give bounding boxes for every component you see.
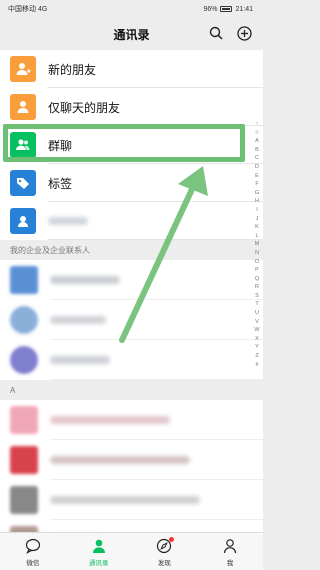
tab-me[interactable]: 我 [197, 533, 263, 570]
blurred-name [50, 276, 120, 284]
group-chats-item[interactable]: 群聊 [0, 126, 263, 164]
index-letter[interactable]: # [255, 361, 258, 370]
enterprise-section-header: 我的企业及企业联系人 [0, 240, 263, 260]
index-letter[interactable]: A [255, 137, 259, 146]
avatar [10, 486, 38, 514]
index-letter[interactable]: S [255, 292, 259, 301]
new-friends-label: 新的朋友 [48, 62, 97, 77]
official-accounts-item[interactable] [0, 202, 263, 240]
index-letter[interactable]: M [255, 240, 260, 249]
index-letter[interactable]: O [255, 258, 259, 267]
index-letter[interactable]: K [255, 223, 259, 232]
blurred-label [48, 217, 88, 225]
list-item[interactable] [0, 300, 263, 340]
index-letter[interactable]: I [256, 206, 258, 215]
new-friends-item[interactable]: 新的朋友 [0, 50, 263, 88]
search-icon[interactable] [207, 24, 225, 42]
contacts-list: 新的朋友 仅聊天的朋友 群聊 标签 我的企业及企业联系人 A [0, 50, 263, 560]
chat-only-friends-item[interactable]: 仅聊天的朋友 [0, 88, 263, 126]
index-letter[interactable]: L [255, 232, 258, 241]
index-letter[interactable]: F [255, 180, 258, 189]
index-letter[interactable]: T [255, 300, 258, 309]
alphabet-index[interactable]: ↑ ☆ A B C D E F G H I J K L M N O P Q R S T U V W X Y Z # [253, 120, 261, 369]
index-letter[interactable]: C [255, 154, 259, 163]
tab-label: 我 [226, 559, 234, 567]
index-letter[interactable]: E [255, 172, 259, 181]
index-letter[interactable]: G [255, 189, 259, 198]
tab-bar: 微信 通讯录 发现 我 [0, 532, 263, 570]
index-letter[interactable]: J [256, 215, 259, 224]
tags-item[interactable]: 标签 [0, 164, 263, 202]
index-letter[interactable]: X [255, 335, 259, 344]
index-letter[interactable]: Y [255, 343, 259, 352]
tab-discover[interactable]: 发现 [132, 533, 198, 570]
blurred-name [50, 316, 106, 324]
index-letter[interactable]: Z [255, 352, 258, 361]
tab-contacts[interactable]: 通讯录 [66, 533, 132, 570]
list-item[interactable] [0, 260, 263, 300]
section-header-a: A [0, 380, 263, 400]
tab-label: 微信 [26, 559, 40, 567]
blurred-name [50, 456, 190, 464]
index-letter[interactable]: ↑ [256, 120, 259, 129]
index-letter[interactable]: N [255, 249, 259, 258]
time-text: 21:41 [235, 5, 253, 13]
list-item[interactable] [0, 440, 263, 480]
index-letter[interactable]: Q [255, 275, 259, 284]
index-letter[interactable]: R [255, 283, 259, 292]
avatar [10, 306, 38, 334]
group-chats-label: 群聊 [48, 138, 73, 153]
status-bar: 中国移动 4G 96% 21:41 [0, 0, 263, 18]
battery-text: 96% [203, 5, 218, 13]
index-letter[interactable]: U [255, 309, 259, 318]
index-letter[interactable]: D [255, 163, 259, 172]
list-item[interactable] [0, 340, 263, 380]
index-letter[interactable]: B [255, 146, 259, 155]
tags-label: 标签 [48, 176, 73, 191]
list-item[interactable] [0, 400, 263, 440]
battery-icon [220, 6, 233, 12]
blurred-name [50, 356, 110, 364]
contacts-icon [90, 537, 108, 555]
index-letter[interactable]: ☆ [255, 129, 260, 138]
group-chat-icon [10, 132, 36, 158]
compass-icon [155, 536, 175, 555]
tab-label: 发现 [157, 559, 171, 567]
plus-circle-icon[interactable] [235, 24, 253, 42]
blurred-name [50, 416, 170, 424]
blurred-name [50, 496, 200, 504]
tab-label: 通讯录 [88, 559, 109, 567]
avatar [10, 266, 38, 294]
avatar [10, 446, 38, 474]
avatar [10, 346, 38, 374]
tag-icon [10, 170, 36, 196]
index-letter[interactable]: W [254, 326, 259, 335]
page-title: 通讯录 [113, 27, 150, 42]
person-icon [221, 537, 239, 555]
carrier-text: 中国移动 4G [8, 6, 48, 13]
chat-only-friend-icon [10, 94, 36, 120]
avatar [10, 406, 38, 434]
index-letter[interactable]: H [255, 197, 259, 206]
chat-only-friends-label: 仅聊天的朋友 [48, 100, 121, 115]
index-letter[interactable]: P [255, 266, 259, 275]
tab-chats[interactable]: 微信 [0, 533, 66, 570]
index-letter[interactable]: V [255, 318, 259, 327]
list-item[interactable] [0, 480, 263, 520]
header: 通讯录 [0, 18, 263, 50]
add-friend-icon [10, 56, 36, 82]
notification-dot [169, 536, 175, 542]
chat-bubble-icon [24, 537, 42, 555]
official-account-icon [10, 208, 36, 234]
